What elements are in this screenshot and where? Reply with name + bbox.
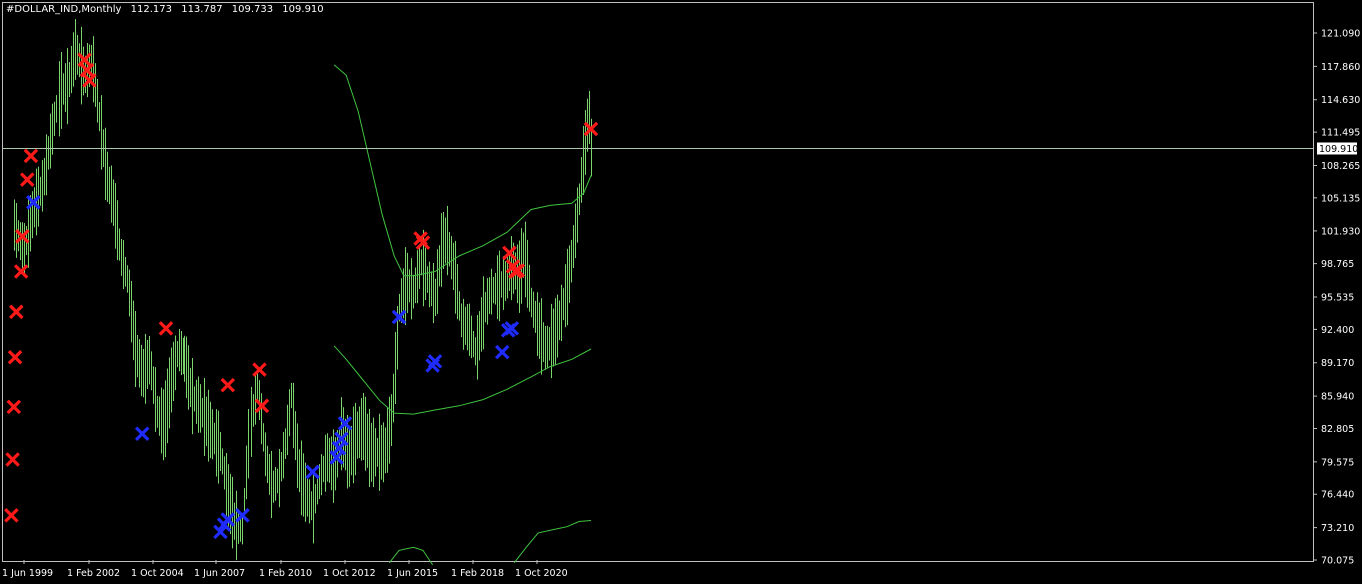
bottom-band-arc [389,546,434,566]
price-bars [14,18,592,561]
price-chart: 121.090 117.860 114.630 111.495 108.265 105.1… [2,18,1360,579]
x-tick-label: 1 Oct 2004 [131,568,184,579]
x-tick-label: 1 Feb 2010 [259,568,312,579]
y-tick-label: 82.805 [1321,424,1354,435]
y-tick-label: 70.075 [1321,556,1354,567]
buy-signal-marker [391,309,407,325]
lower-band [333,345,592,415]
sell-signal-marker [252,362,267,377]
x-tick-label: 1 Feb 2002 [67,568,120,579]
sell-signal-marker [19,172,35,187]
chart-window[interactable]: #DOLLAR_IND,Monthly 112.173 113.787 109.… [0,0,1362,584]
upper-band-left [333,64,414,277]
bottom-band-right [513,520,592,564]
y-tick-label: 108.265 [1321,161,1360,172]
x-tick-label: 1 Oct 2020 [515,568,568,579]
y-tick-label: 73.210 [1321,523,1354,534]
buy-signal-marker [305,464,320,480]
y-tick-label: 95.535 [1321,292,1354,303]
sell-signal-marker [9,304,24,320]
sell-signal-marker [7,350,23,365]
buy-signal-marker [494,344,510,360]
sell-signal-marker [220,377,236,393]
x-tick-label: 1 Jun 1999 [2,568,53,579]
sell-signal-marker [6,399,22,415]
x-tick-label: 1 Feb 2018 [451,568,504,579]
current-price-label: 109.910 [1319,144,1358,155]
y-tick-label: 111.495 [1321,128,1360,139]
sell-signal-marker [4,508,19,523]
y-tick-label: 85.940 [1321,392,1354,403]
y-tick-label: 98.765 [1321,259,1354,270]
sell-signal-marker [23,148,39,164]
y-tick-label: 114.630 [1321,95,1360,106]
upper-band-right [413,175,592,277]
y-tick-label: 79.575 [1321,457,1354,468]
y-tick-label: 105.135 [1321,193,1360,204]
y-tick-label: 117.860 [1321,62,1360,73]
x-tick-label: 1 Oct 2012 [323,568,376,579]
y-tick-label: 121.090 [1321,29,1360,40]
buy-signal-marker [134,426,150,441]
y-tick-label: 76.440 [1321,490,1354,501]
x-tick-label: 1 Jun 2007 [194,568,245,579]
sell-signal-marker [158,321,174,336]
sell-signal-marker [5,452,20,467]
y-tick-label: 101.930 [1321,226,1360,237]
y-tick-label: 92.400 [1321,325,1354,336]
x-tick-label: 1 Jun 2015 [387,568,438,579]
y-tick-label: 89.170 [1321,358,1354,369]
